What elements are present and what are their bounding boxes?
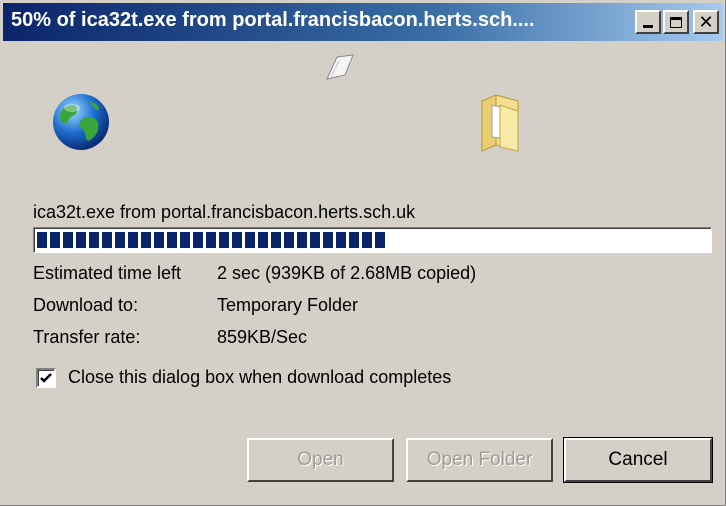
download-animation: [0, 45, 726, 175]
progress-fill: [37, 232, 386, 248]
paper-icon: [326, 54, 354, 80]
close-when-done-label: Close this dialog box when download comp…: [68, 367, 452, 387]
close-when-done-option[interactable]: Close this dialog box when download comp…: [36, 367, 451, 388]
checkmark-icon: [40, 372, 52, 383]
download-dialog: 50% of ica32t.exe from portal.francisbac…: [0, 0, 726, 506]
estimated-time-label: Estimated time left: [33, 263, 182, 283]
maximize-button[interactable]: [663, 10, 689, 34]
transfer-rate-value: 859KB/Sec: [217, 327, 308, 347]
download-to-value: Temporary Folder: [217, 295, 359, 315]
download-progress-bar: [33, 227, 712, 253]
window-controls: ✕: [635, 10, 719, 34]
minimize-icon: [643, 25, 653, 28]
open-button[interactable]: Open: [247, 438, 394, 482]
folder-icon: [481, 94, 519, 152]
estimated-time-value: 2 sec (939KB of 2.68MB copied): [217, 263, 477, 283]
close-button[interactable]: ✕: [693, 10, 719, 34]
transfer-rate-row: Transfer rate: 859KB/Sec: [33, 327, 307, 348]
minimize-button[interactable]: [635, 10, 661, 34]
download-source: ica32t.exe from portal.francisbacon.hert…: [33, 202, 416, 222]
download-to-row: Download to: Temporary Folder: [33, 295, 358, 316]
window-title: 50% of ica32t.exe from portal.francisbac…: [11, 9, 535, 31]
globe-icon: [53, 94, 109, 150]
close-when-done-checkbox[interactable]: [36, 367, 56, 388]
cancel-button[interactable]: Cancel: [563, 437, 713, 483]
open-folder-button[interactable]: Open Folder: [406, 438, 553, 482]
estimated-time-row: Estimated time left 2 sec (939KB of 2.68M…: [33, 263, 476, 284]
title-bar[interactable]: 50% of ica32t.exe from portal.francisbac…: [3, 3, 723, 41]
transfer-rate-label: Transfer rate:: [33, 327, 141, 347]
close-icon: ✕: [698, 12, 714, 32]
maximize-icon: [670, 16, 682, 28]
download-to-label: Download to:: [33, 295, 139, 315]
